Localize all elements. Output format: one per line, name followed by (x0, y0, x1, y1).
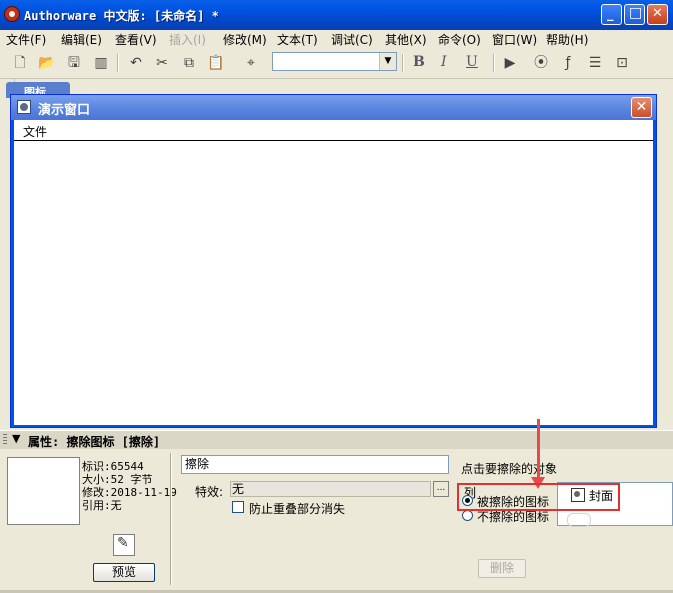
menu-command[interactable]: 命令(O) (438, 31, 481, 48)
knowledge-object-icon[interactable]: ⊡ (612, 53, 632, 73)
function-icon[interactable]: ƒ (558, 53, 578, 73)
panel-grip-icon[interactable] (3, 434, 7, 446)
toolbar-separator (117, 54, 119, 72)
close-button[interactable]: ✕ (647, 4, 668, 25)
menu-view[interactable]: 查看(V) (115, 31, 157, 48)
presentation-window-titlebar[interactable]: 演示窗口 ✕ (11, 95, 656, 120)
maximize-icon: □ (629, 5, 643, 21)
prevent-overlap-label: 防止重叠部分消失 (249, 502, 346, 516)
menu-text[interactable]: 文本(T) (277, 31, 318, 48)
cut-icon[interactable]: ✂ (152, 53, 172, 73)
undo-icon[interactable]: ↶ (126, 53, 146, 73)
close-icon: ✕ (635, 99, 648, 115)
annotation-arrow-shaft (537, 419, 540, 481)
effect-browse-button[interactable]: ... (433, 481, 449, 497)
preview-icon[interactable] (113, 534, 135, 556)
italic-button[interactable]: I (441, 54, 447, 70)
save-all-icon[interactable]: 🖫 (64, 53, 84, 73)
paste-icon[interactable]: 📋 (206, 53, 226, 73)
menu-file[interactable]: 文件(F) (6, 31, 46, 48)
title-bar: Authorware 中文版: [未命名] * _ □ ✕ (0, 0, 673, 30)
radio-keep-icons[interactable] (462, 510, 473, 521)
minimize-button[interactable]: _ (601, 4, 622, 25)
properties-header[interactable]: ▼ 属性: 擦除图标 [擦除] (0, 430, 673, 450)
icon-thumbnail (7, 457, 80, 525)
presentation-window[interactable]: 演示窗口 ✕ 文件 (10, 94, 657, 428)
run-icon[interactable]: ▶ (500, 53, 520, 73)
font-combo[interactable]: ▼ (272, 52, 397, 71)
menu-window[interactable]: 窗口(W) (492, 31, 537, 48)
panel-divider (170, 453, 172, 585)
prevent-overlap-checkbox[interactable] (232, 501, 244, 513)
effect-field: 无 (230, 481, 431, 497)
underline-button[interactable]: U (466, 54, 478, 70)
menu-debug[interactable]: 调试(C) (331, 31, 373, 48)
preview-button[interactable]: 预览 (93, 563, 155, 582)
delete-button[interactable]: 删除 (478, 559, 526, 578)
find-icon[interactable]: ⌖ (241, 53, 261, 73)
icon-name-input[interactable]: 擦除 (181, 455, 449, 474)
open-icon[interactable]: 📂 (37, 53, 57, 73)
menu-help[interactable]: 帮助(H) (546, 31, 588, 48)
list-item-placeholder (567, 513, 591, 527)
presentation-window-title: 演示窗口 (38, 103, 91, 118)
properties-title: 属性: 擦除图标 [擦除] (28, 435, 161, 449)
new-icon[interactable]: 🗋 (10, 53, 30, 73)
variable-icon[interactable]: ☰ (585, 53, 605, 73)
control-panel-icon[interactable]: ⦿ (531, 53, 551, 73)
presentation-canvas[interactable] (14, 141, 653, 425)
menu-bar: 文件(F) 编辑(E) 查看(V) 插入(I) 修改(M) 文本(T) 调试(C… (0, 30, 673, 48)
maximize-button[interactable]: □ (624, 4, 645, 25)
effect-label: 特效: (195, 485, 224, 499)
click-hint-text: 点击要擦除的对象 (461, 462, 558, 476)
menu-edit[interactable]: 编辑(E) (61, 31, 102, 48)
menu-other[interactable]: 其他(X) (385, 31, 427, 48)
presentation-menu-file[interactable]: 文件 (23, 123, 47, 140)
presentation-window-close-button[interactable]: ✕ (631, 97, 652, 118)
toolbar-separator (402, 54, 404, 72)
annotation-highlight-box (457, 483, 620, 511)
menu-insert[interactable]: 插入(I) (169, 31, 206, 48)
presentation-window-menu-bar: 文件 (14, 120, 653, 141)
close-icon: ✕ (652, 6, 663, 21)
presentation-window-icon (17, 100, 31, 114)
menu-modify[interactable]: 修改(M) (223, 31, 267, 48)
minimize-icon: _ (607, 7, 614, 22)
bold-button[interactable]: B (413, 54, 425, 70)
copy-icon[interactable]: ⧉ (179, 53, 199, 73)
window-title: Authorware 中文版: [未命名] * (24, 9, 219, 23)
chevron-down-icon[interactable]: ▼ (379, 53, 396, 70)
toolbar-separator (493, 54, 495, 72)
import-icon[interactable]: ▥ (91, 53, 111, 73)
info-references: 引用:无 (82, 499, 122, 512)
collapse-triangle-icon[interactable]: ▼ (12, 432, 20, 445)
authorware-app-icon[interactable] (4, 6, 20, 22)
